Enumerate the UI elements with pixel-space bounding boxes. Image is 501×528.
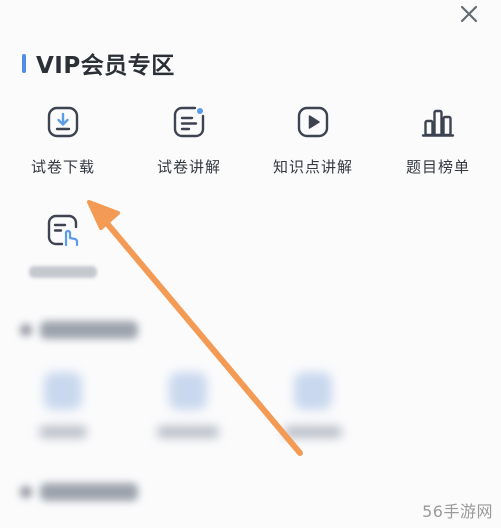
- tile-label: 题目榜单: [405, 158, 470, 176]
- watermark: 56手游网: [422, 502, 493, 521]
- bar-chart-icon: [421, 109, 455, 137]
- tile-blurred-feature[interactable]: [8, 212, 118, 292]
- close-icon: [460, 5, 478, 23]
- tile-label: 知识点讲解: [272, 158, 353, 176]
- section-accent-bar: [22, 53, 26, 73]
- hand-document-icon: [47, 214, 79, 247]
- close-button[interactable]: [453, 0, 485, 28]
- tile-question-ranking[interactable]: 题目榜单: [383, 104, 493, 184]
- tile-label: 试卷下载: [30, 158, 95, 176]
- download-icon: [47, 106, 79, 138]
- tile-exam-explanation[interactable]: 试卷讲解: [134, 104, 244, 184]
- blurred-section-title: [20, 478, 138, 506]
- blurred-item: [268, 372, 358, 438]
- blurred-section-title: [20, 316, 138, 344]
- tile-label: 试卷讲解: [156, 158, 221, 176]
- section-title: VIP会员专区: [36, 53, 175, 79]
- tile-knowledge-explanation[interactable]: 知识点讲解: [258, 104, 368, 184]
- tile-label-blurred: [29, 264, 97, 282]
- blurred-item: [18, 372, 108, 438]
- tile-exam-download[interactable]: 试卷下载: [8, 104, 118, 184]
- play-icon: [297, 106, 329, 138]
- blurred-content-area: [0, 300, 501, 528]
- section-header: VIP会员专区: [22, 46, 175, 80]
- document-icon: [173, 106, 205, 138]
- blurred-item: [143, 372, 233, 438]
